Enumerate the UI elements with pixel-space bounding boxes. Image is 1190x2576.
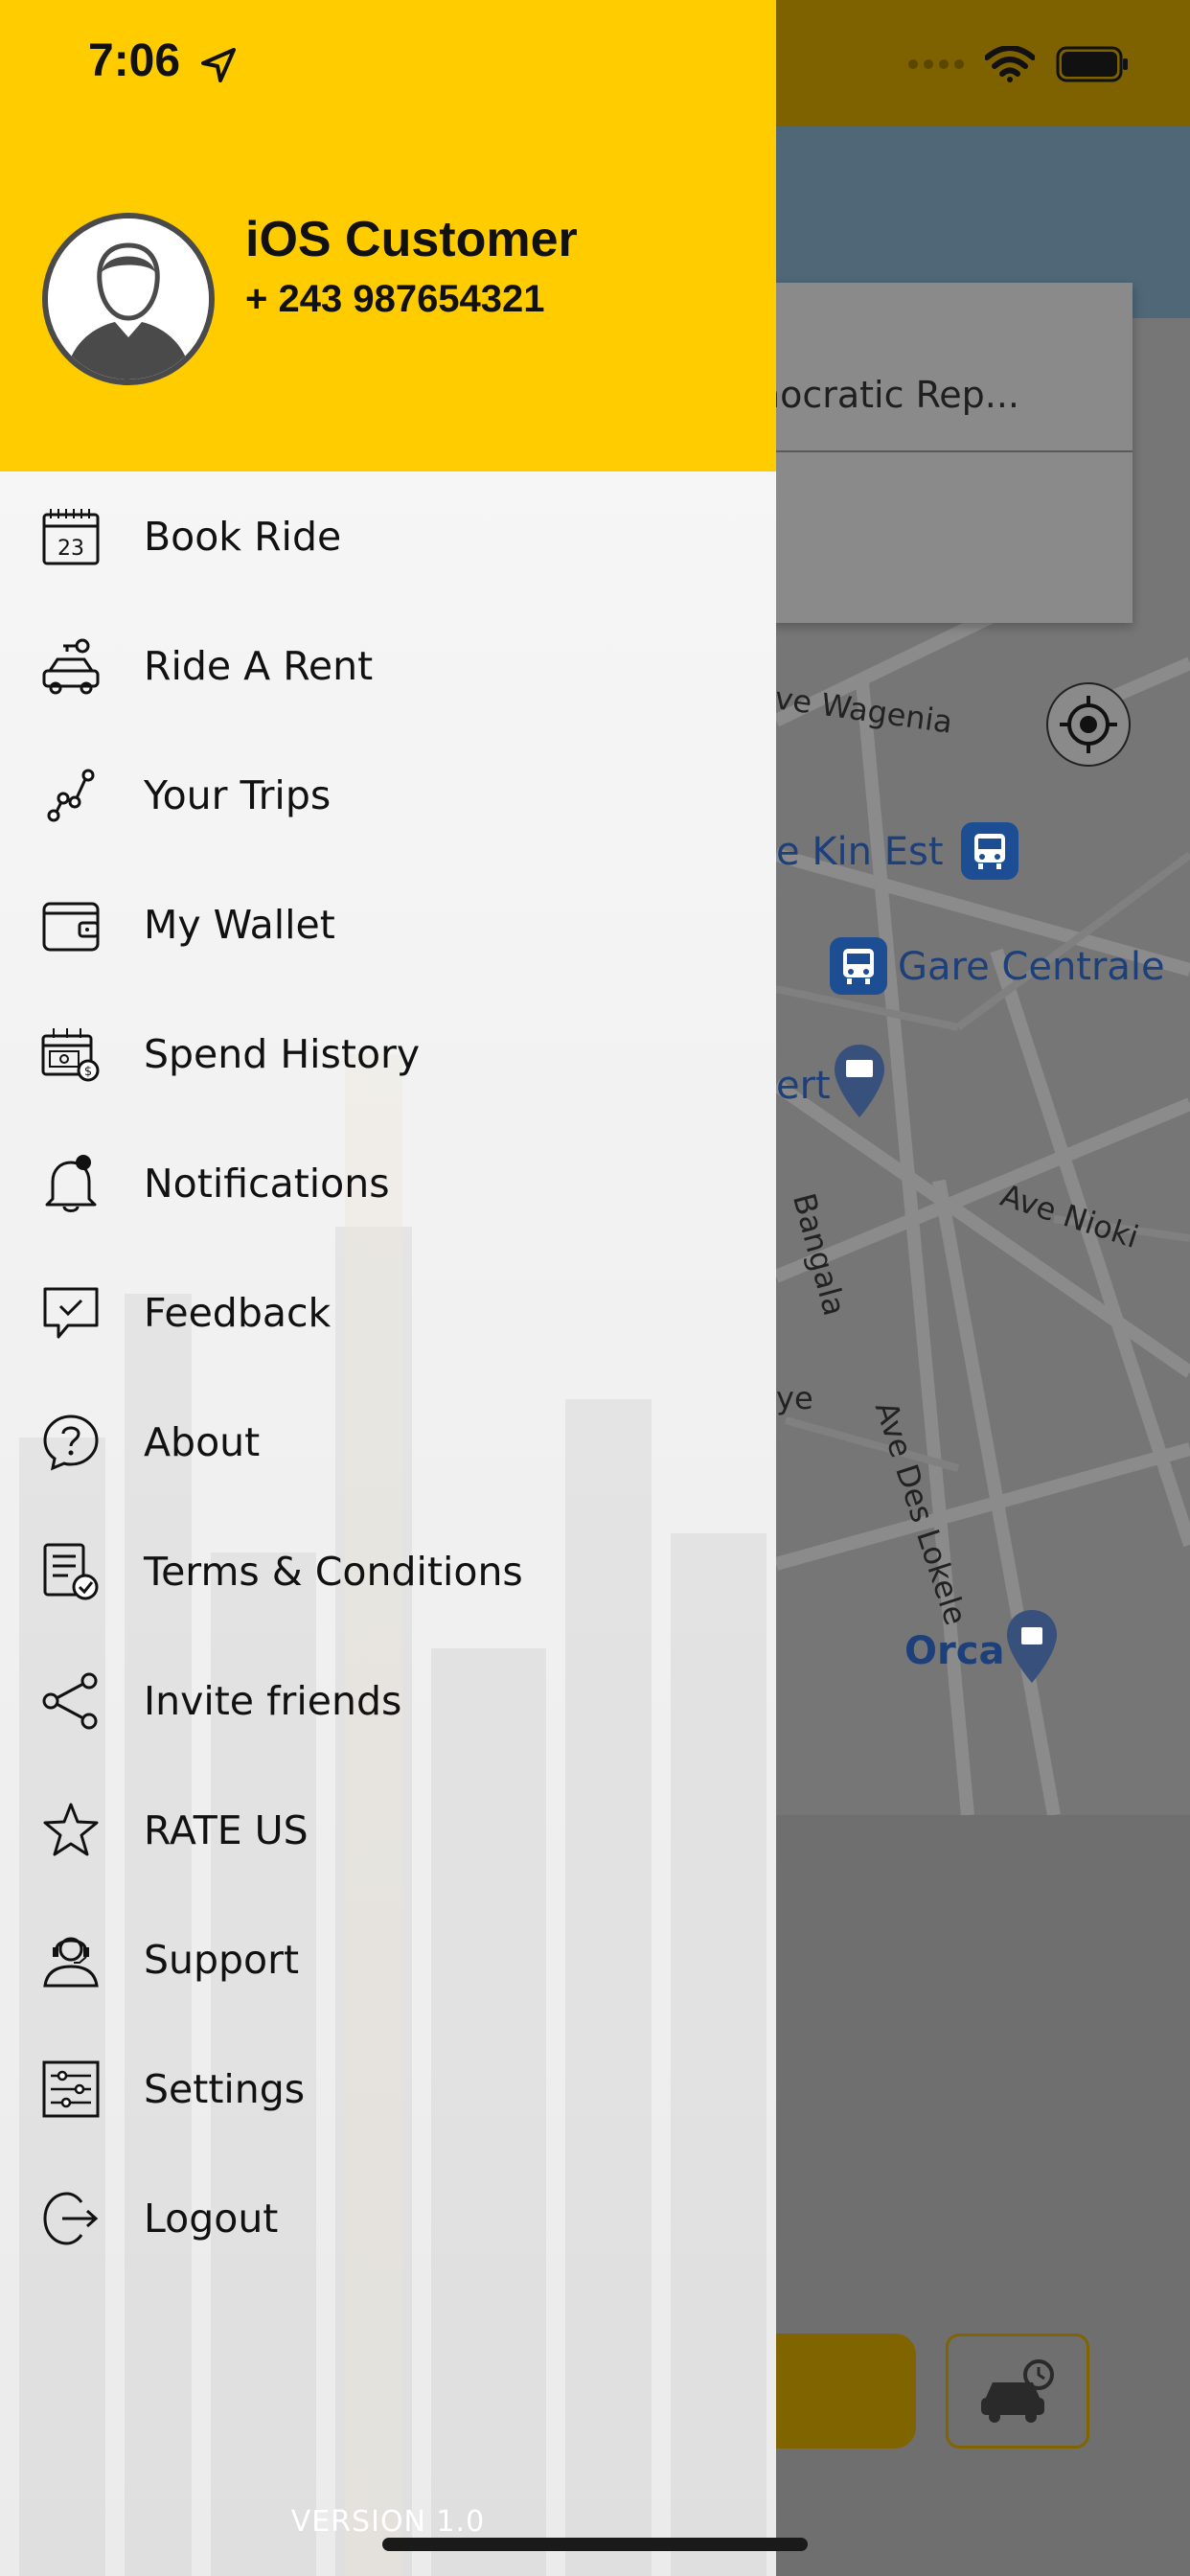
menu-item-my-wallet[interactable]: My Wallet (0, 860, 776, 989)
user-name: iOS Customer (245, 212, 578, 267)
poi-label: Orca (904, 1629, 1005, 1673)
home-indicator[interactable] (382, 2538, 808, 2551)
menu-item-settings[interactable]: Settings (0, 2024, 776, 2153)
share-icon (38, 1668, 103, 1734)
menu-label: RATE US (144, 1806, 309, 1853)
location-arrow-icon (201, 48, 236, 82)
star-icon (38, 1798, 103, 1863)
menu-item-rate-us[interactable]: RATE US (0, 1765, 776, 1895)
menu-label: Book Ride (144, 513, 342, 560)
menu-label: Ride A Rent (144, 642, 374, 689)
user-silhouette-icon (48, 218, 209, 380)
support-agent-icon (38, 1927, 103, 1992)
menu-item-spend-history[interactable]: $ Spend History (0, 989, 776, 1118)
atm-pin-icon (835, 1045, 884, 1117)
bus-stop-icon (961, 822, 1018, 880)
menu-label: About (144, 1418, 261, 1465)
menu-label: Logout (144, 2195, 279, 2242)
logout-icon (38, 2186, 103, 2251)
user-phone: + 243 987654321 (245, 278, 545, 320)
menu-label: Feedback (144, 1289, 332, 1336)
menu-label: Invite friends (144, 1677, 402, 1724)
bus-stop-icon (830, 937, 887, 995)
menu-item-logout[interactable]: Logout (0, 2153, 776, 2283)
menu-item-about[interactable]: About (0, 1377, 776, 1506)
cellular-signal-icon (908, 59, 964, 69)
menu-label: My Wallet (144, 901, 335, 948)
bell-icon (38, 1151, 103, 1216)
wallet-icon (38, 892, 103, 957)
calendar-icon: 23 (38, 504, 103, 569)
crosshair-icon (1060, 696, 1117, 753)
poi-label: Gare Centrale (898, 945, 1165, 989)
avatar[interactable] (42, 213, 215, 385)
menu-label: Support (144, 1936, 300, 1983)
menu-item-book-ride[interactable]: 23 Book Ride (0, 472, 776, 601)
document-check-icon (38, 1539, 103, 1604)
menu-item-notifications[interactable]: Notifications (0, 1118, 776, 1248)
app-version: VERSION 1.0 (290, 2505, 486, 2539)
menu-label: Spend History (144, 1030, 421, 1077)
poi-label: ert (776, 1064, 831, 1108)
rental-button[interactable] (946, 2334, 1089, 2449)
menu-label: Terms & Conditions (144, 1548, 523, 1595)
menu-label: Settings (144, 2065, 306, 2112)
car-key-icon (38, 633, 103, 699)
pickup-address[interactable]: nocratic Rep... (757, 374, 1019, 416)
menu-item-ride-a-rent[interactable]: Ride A Rent (0, 601, 776, 730)
money-history-icon: $ (38, 1022, 103, 1087)
sliders-icon (38, 2057, 103, 2122)
menu-item-your-trips[interactable]: Your Trips (0, 730, 776, 860)
shop-pin-icon (1007, 1610, 1057, 1683)
route-icon (38, 763, 103, 828)
question-icon (38, 1410, 103, 1475)
street-label: ye (776, 1380, 813, 1416)
svg-text:23: 23 (57, 537, 84, 561)
menu-item-invite-friends[interactable]: Invite friends (0, 1636, 776, 1765)
address-card[interactable]: nocratic Rep... (747, 283, 1133, 623)
battery-icon (1056, 46, 1128, 82)
feedback-icon (38, 1280, 103, 1346)
poi-label: e Kin Est (776, 830, 944, 874)
taxi-clock-icon (981, 2359, 1054, 2423)
svg-text:$: $ (84, 1065, 92, 1079)
address-divider (747, 450, 1133, 452)
menu-label: Notifications (144, 1160, 390, 1207)
side-drawer: iOS Customer + 243 987654321 23 Book Rid… (0, 0, 776, 2576)
menu-item-terms-conditions[interactable]: Terms & Conditions (0, 1506, 776, 1636)
status-indicators (908, 46, 1131, 82)
status-bar: 7:06 (0, 0, 1190, 126)
locate-me-button[interactable] (1046, 682, 1131, 767)
menu-item-feedback[interactable]: Feedback (0, 1248, 776, 1377)
menu-item-support[interactable]: Support (0, 1895, 776, 2024)
status-time: 7:06 (88, 35, 181, 86)
menu-label: Your Trips (144, 771, 332, 818)
wifi-icon (985, 46, 1035, 82)
